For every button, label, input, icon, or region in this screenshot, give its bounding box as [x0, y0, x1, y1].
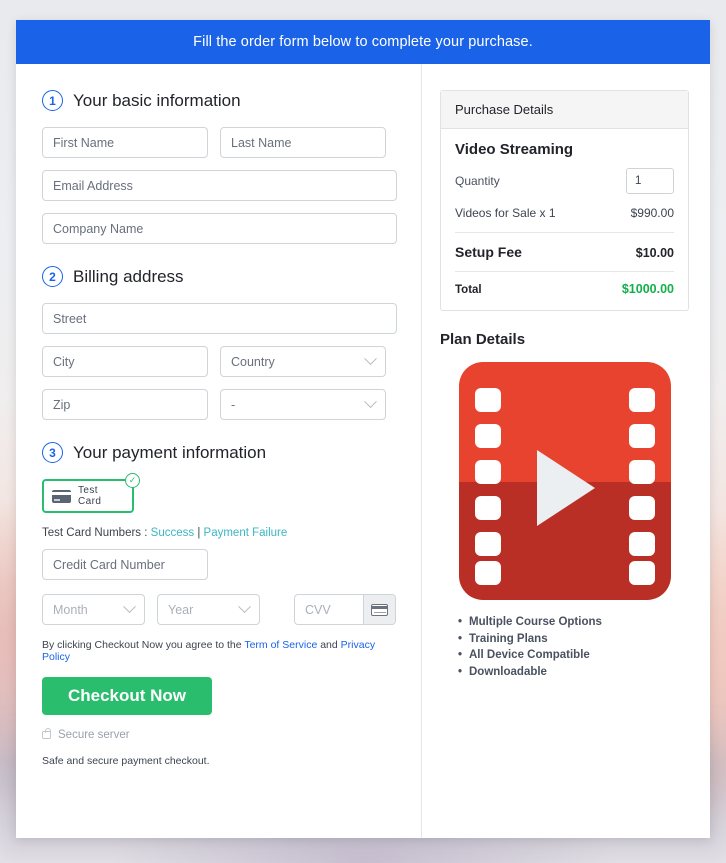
zip-input[interactable]: Zip	[42, 389, 208, 420]
line-item-row: Videos for Sale x 1 $990.00	[455, 206, 674, 232]
chevron-down-icon	[238, 600, 251, 614]
section-billing-address-title: Billing address	[73, 266, 184, 286]
list-item: Downloadable	[458, 664, 689, 681]
test-card-failure-link[interactable]: Payment Failure	[204, 527, 288, 539]
section-basic-information-heading: 1 Your basic information	[42, 90, 397, 111]
summary-column: Purchase Details Video Streaming Quantit…	[422, 64, 709, 838]
expiry-year-value: Year	[168, 602, 194, 617]
setup-fee-amount: $10.00	[635, 246, 674, 260]
company-row: Company Name	[42, 213, 397, 244]
safe-checkout-note: Safe and secure payment checkout.	[42, 755, 210, 767]
credit-card-icon	[52, 489, 71, 503]
header-banner: Fill the order form below to complete yo…	[16, 20, 710, 64]
city-input[interactable]: City	[42, 346, 208, 377]
state-select[interactable]: -	[220, 389, 386, 420]
list-item: Multiple Course Options	[458, 614, 689, 631]
state-select-value: -	[231, 397, 236, 412]
expiry-cvv-row: Month Year CVV	[42, 594, 397, 625]
content-columns: 1 Your basic information First Name Last…	[16, 64, 710, 838]
step-number-1: 1	[42, 90, 63, 111]
setup-fee-row: Setup Fee $10.00	[455, 233, 674, 271]
expiry-year-select[interactable]: Year	[157, 594, 260, 625]
cvv-field-group: CVV	[294, 594, 396, 625]
section-billing-address-heading: 2 Billing address	[42, 266, 397, 287]
city-country-row: City Country	[42, 346, 397, 377]
order-form-column: 1 Your basic information First Name Last…	[16, 64, 422, 838]
cvv-input[interactable]: CVV	[295, 595, 363, 624]
step-number-2: 2	[42, 266, 63, 287]
line-item-label: Videos for Sale x 1	[455, 206, 556, 220]
credit-card-icon	[371, 603, 388, 616]
checkout-card: Fill the order form below to complete yo…	[16, 20, 710, 838]
expiry-month-select[interactable]: Month	[42, 594, 145, 625]
test-card-separator: |	[197, 527, 201, 539]
setup-fee-label: Setup Fee	[455, 244, 522, 260]
secure-server-note: Secure server	[42, 728, 397, 741]
plan-details-title: Plan Details	[440, 331, 526, 348]
street-input[interactable]: Street	[42, 303, 397, 334]
chevron-down-icon	[364, 395, 377, 409]
street-row: Street	[42, 303, 397, 334]
plan-features-list: Multiple Course Options Training Plans A…	[458, 614, 689, 680]
terms-conjunction: and	[320, 639, 338, 651]
section-payment-information-title: Your payment information	[73, 442, 267, 462]
card-number-row: Credit Card Number	[42, 549, 397, 580]
credit-card-number-input[interactable]: Credit Card Number	[42, 549, 208, 580]
list-item: All Device Compatible	[458, 647, 689, 664]
list-item: Training Plans	[458, 631, 689, 648]
line-item-amount: $990.00	[630, 206, 674, 220]
quantity-input[interactable]: 1	[626, 168, 674, 194]
purchase-details-body: Video Streaming Quantity 1 Videos for Sa…	[441, 129, 688, 310]
quantity-row: Quantity 1	[455, 168, 674, 194]
section-payment-information-heading: 3 Your payment information	[42, 442, 397, 463]
product-name: Video Streaming	[455, 141, 574, 158]
total-label: Total	[455, 284, 482, 296]
name-row: First Name Last Name	[42, 127, 397, 158]
expiry-month-value: Month	[53, 602, 88, 617]
email-input[interactable]: Email Address	[42, 170, 397, 201]
chevron-down-icon	[123, 600, 136, 614]
purchase-details-panel: Purchase Details Video Streaming Quantit…	[440, 90, 689, 311]
cvv-hint-button[interactable]	[363, 595, 395, 624]
video-film-icon	[458, 362, 671, 600]
terms-agreement-text: By clicking Checkout Now you agree to th…	[42, 639, 397, 663]
secure-server-label: Secure server	[58, 729, 130, 741]
checkout-now-button[interactable]: Checkout Now	[42, 677, 212, 715]
check-circle-icon: ✓	[125, 473, 140, 488]
payment-method-label: Test Card	[78, 485, 102, 507]
terms-prefix: By clicking Checkout Now you agree to th…	[42, 639, 242, 651]
chevron-down-icon	[364, 352, 377, 366]
zip-state-row: Zip -	[42, 389, 397, 420]
test-card-success-link[interactable]: Success	[151, 527, 194, 539]
company-name-input[interactable]: Company Name	[42, 213, 397, 244]
last-name-input[interactable]: Last Name	[220, 127, 386, 158]
email-row: Email Address	[42, 170, 397, 201]
purchase-details-header: Purchase Details	[441, 91, 688, 129]
terms-of-service-link[interactable]: Term of Service	[244, 639, 317, 651]
section-basic-information-title: Your basic information	[73, 90, 241, 110]
quantity-label: Quantity	[455, 174, 500, 188]
total-amount: $1000.00	[621, 282, 674, 296]
country-select[interactable]: Country	[220, 346, 386, 377]
payment-method-test-card[interactable]: Test Card ✓	[42, 473, 140, 513]
lock-icon	[42, 728, 51, 739]
step-number-3: 3	[42, 442, 63, 463]
country-select-value: Country	[231, 354, 275, 369]
test-card-numbers-note: Test Card Numbers : Success | Payment Fa…	[42, 527, 397, 539]
banner-text: Fill the order form below to complete yo…	[193, 34, 533, 50]
test-card-prefix: Test Card Numbers :	[42, 527, 148, 539]
total-row: Total $1000.00	[455, 272, 674, 300]
first-name-input[interactable]: First Name	[42, 127, 208, 158]
